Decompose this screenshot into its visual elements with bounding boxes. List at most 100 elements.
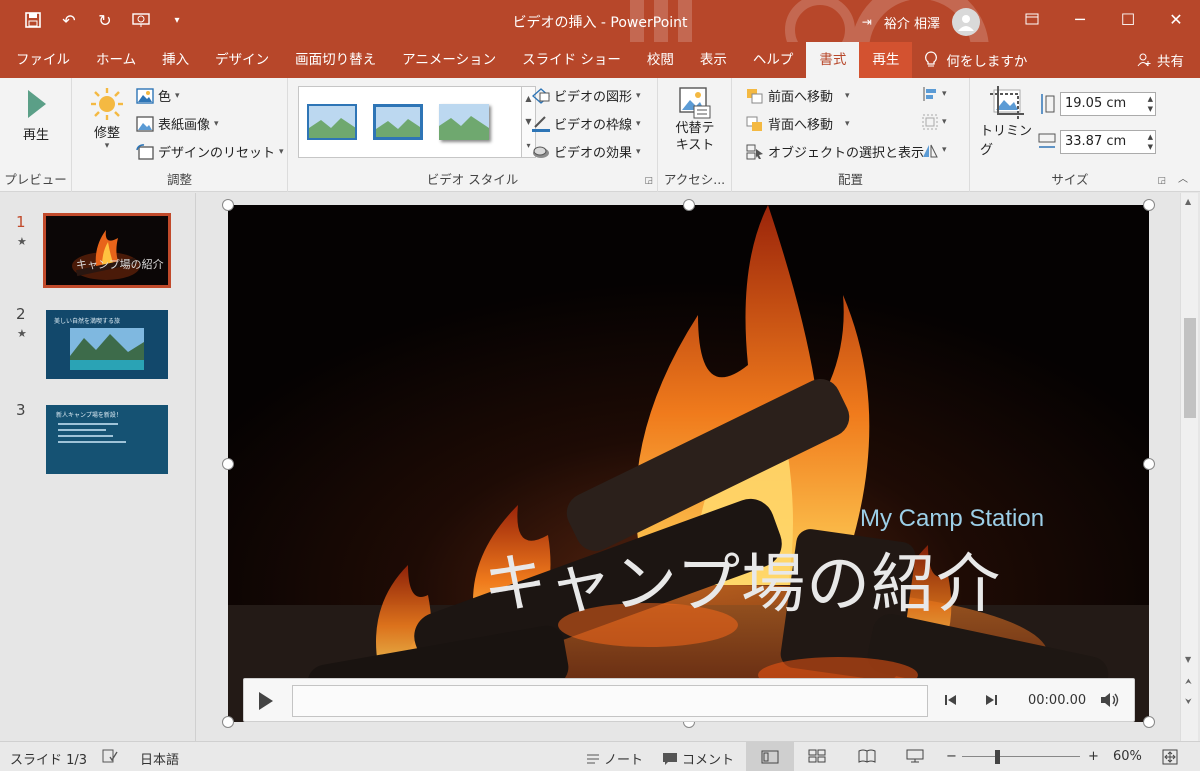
width-spinner-icon[interactable]: ▲ ▼	[1148, 132, 1153, 152]
slide-sorter-icon[interactable]	[808, 749, 826, 763]
group-objects-dropdown-icon: ▾	[942, 117, 947, 127]
resize-handle[interactable]	[222, 199, 234, 211]
tab-slideshow[interactable]: スライド ショー	[509, 42, 634, 78]
tab-playback[interactable]: 再生	[859, 42, 913, 78]
group-preview: 再生 プレビュー	[0, 78, 72, 192]
share-button[interactable]: 共有	[1137, 42, 1184, 78]
video-style-option-2[interactable]	[373, 104, 423, 140]
alt-text-button[interactable]: 代替テ キスト	[668, 86, 722, 154]
ribbon-display-options-icon[interactable]	[1008, 0, 1056, 38]
collapse-ribbon-icon[interactable]: ︿	[1178, 170, 1188, 185]
rotate-button[interactable]: ▾	[922, 142, 947, 158]
tab-file[interactable]: ファイル	[0, 42, 83, 78]
video-border-button[interactable]: ビデオの枠線 ▾	[532, 114, 641, 133]
tab-design[interactable]: デザイン	[202, 42, 282, 78]
scroll-up-arrow-icon[interactable]: ▲	[1185, 197, 1191, 206]
tab-help[interactable]: ヘルプ	[740, 42, 807, 78]
video-effects-button[interactable]: ビデオの効果 ▾	[532, 142, 641, 161]
align-button[interactable]: ▾	[922, 86, 947, 102]
resize-handle[interactable]	[1143, 458, 1155, 470]
scroll-down-arrow-icon[interactable]: ▼	[1185, 655, 1191, 664]
zoom-in-icon[interactable]: +	[1088, 749, 1099, 764]
resize-handle[interactable]	[1143, 716, 1155, 728]
scroll-up-icon[interactable]: ▲	[525, 94, 531, 103]
tab-insert[interactable]: 挿入	[149, 42, 202, 78]
language-indicator[interactable]: 日本語	[140, 749, 179, 768]
slide-thumbnail-1[interactable]: キャンプ場の紹介	[43, 213, 171, 288]
slide-indicator: スライド 1/3	[10, 753, 88, 768]
notes-button[interactable]: ノート	[586, 749, 643, 768]
maximize-icon[interactable]: ☐	[1104, 0, 1152, 38]
comments-button[interactable]: コメント	[662, 749, 734, 768]
next-slide-icon[interactable]: ⮟	[1185, 697, 1192, 707]
tab-format[interactable]: 書式	[806, 42, 860, 78]
video-control-bar: 00:00.00	[243, 678, 1135, 722]
more-styles-icon[interactable]: ▾	[526, 141, 530, 150]
step-forward-icon[interactable]	[984, 693, 998, 711]
zoom-out-icon[interactable]: −	[946, 749, 957, 764]
selection-pane-button[interactable]: オブジェクトの選択と表示	[746, 142, 924, 161]
slideshow-view-icon[interactable]	[906, 749, 924, 763]
spell-check-icon[interactable]	[102, 749, 118, 763]
previous-slide-icon[interactable]: ⮝	[1185, 677, 1192, 687]
poster-frame-label: 表紙画像	[158, 118, 211, 133]
video-effects-label: ビデオの効果	[554, 146, 633, 161]
vertical-scrollbar[interactable]: ▲ ▼ ⮝ ⮟	[1180, 193, 1198, 741]
height-input[interactable]: 19.05 cm ▲ ▼	[1060, 92, 1156, 116]
normal-view-button[interactable]	[746, 742, 794, 771]
crop-button[interactable]: トリミング	[980, 86, 1034, 158]
tab-home[interactable]: ホーム	[83, 42, 149, 78]
tab-transitions[interactable]: 画面切り替え	[282, 42, 389, 78]
size-launcher-icon[interactable]: ◲	[1157, 176, 1166, 186]
step-back-icon[interactable]	[944, 693, 958, 711]
reading-view-icon[interactable]	[858, 749, 876, 763]
tab-animations[interactable]: アニメーション	[389, 42, 509, 78]
slide-thumbnail-2[interactable]: 美しい自然を満喫する旅	[46, 310, 168, 379]
resize-handle[interactable]	[683, 199, 695, 211]
play-button[interactable]: 再生	[14, 88, 58, 143]
color-button[interactable]: 色 ▾	[136, 86, 180, 105]
video-shape-button[interactable]: ビデオの図形 ▾	[532, 86, 641, 105]
video-style-option-1[interactable]	[307, 104, 357, 140]
video-timeline[interactable]	[292, 685, 928, 717]
minimize-icon[interactable]: ─	[1056, 0, 1104, 38]
resize-handle[interactable]	[222, 716, 234, 728]
video-styles-launcher-icon[interactable]: ◲	[644, 176, 653, 186]
tab-review[interactable]: 校閲	[634, 42, 687, 78]
video-style-option-3[interactable]	[439, 104, 489, 140]
reset-design-dropdown-icon: ▾	[279, 146, 284, 157]
group-accessibility: 代替テ キスト アクセシ...	[658, 78, 732, 192]
resize-handle[interactable]	[1143, 199, 1155, 211]
avatar[interactable]	[952, 8, 980, 36]
tab-view[interactable]: 表示	[687, 42, 740, 78]
scrollbar-thumb[interactable]	[1184, 318, 1196, 418]
group-objects-button[interactable]: ▾	[922, 114, 947, 130]
height-icon	[1041, 94, 1055, 114]
scroll-down-icon[interactable]: ▼	[525, 117, 531, 126]
tell-me-search[interactable]: 何をしますか	[924, 50, 1027, 70]
resize-handle[interactable]	[222, 458, 234, 470]
volume-icon[interactable]	[1100, 692, 1120, 712]
zoom-slider-thumb[interactable]	[995, 750, 1000, 764]
corrections-label: 修整	[93, 126, 120, 141]
slide-subtitle: My Camp Station	[860, 505, 1045, 532]
poster-frame-button[interactable]: 表紙画像 ▾	[136, 114, 219, 133]
corrections-button[interactable]: 修整 ▾	[82, 86, 132, 151]
play-pause-icon[interactable]	[258, 691, 274, 715]
close-icon[interactable]: ✕	[1152, 0, 1200, 38]
width-input[interactable]: 33.87 cm ▲ ▼	[1060, 130, 1156, 154]
signin-arrow-icon[interactable]: ⇥	[862, 15, 872, 29]
video-object[interactable]: My Camp Station キャンプ場の紹介	[228, 205, 1149, 722]
send-backward-button[interactable]: 背面へ移動 ▾	[746, 114, 850, 133]
zoom-slider[interactable]	[962, 756, 1080, 757]
fit-to-window-icon[interactable]	[1162, 749, 1178, 765]
color-label: 色	[158, 90, 172, 105]
slide-thumbnail-3[interactable]: 新人キャンプ場を新設！	[46, 405, 168, 474]
height-spinner-icon[interactable]: ▲ ▼	[1148, 94, 1153, 114]
user-name[interactable]: 裕介 相澤	[884, 13, 940, 32]
zoom-level[interactable]: 60%	[1113, 749, 1142, 764]
user-area: ⇥ 裕介 相澤	[862, 8, 980, 36]
reset-design-button[interactable]: デザインのリセット ▾	[136, 142, 284, 161]
bring-forward-button[interactable]: 前面へ移動 ▾	[746, 86, 850, 105]
slide-2-thumb-title: 美しい自然を満喫する旅	[54, 318, 121, 325]
